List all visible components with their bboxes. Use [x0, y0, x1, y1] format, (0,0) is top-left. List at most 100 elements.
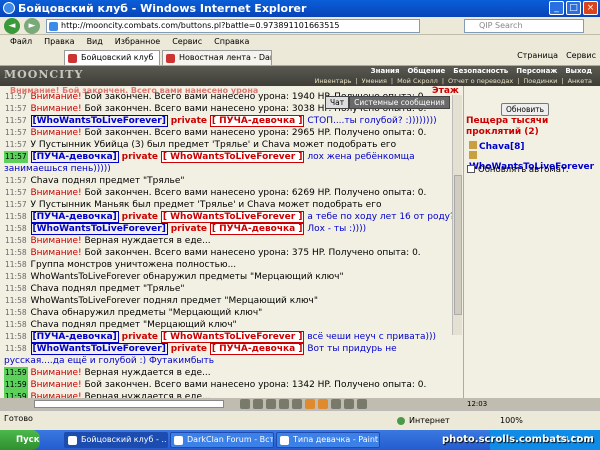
- chat-line: 11:57 У Пустынник Убийца (3) был предмет…: [4, 139, 449, 151]
- chat-line: 11:58 [WhoWantsToLiveForever] private [ …: [4, 343, 449, 367]
- chat-timestamp[interactable]: 11:58: [4, 235, 28, 247]
- system-message: Внимание! Бой закончен. Всего вами нанес…: [30, 188, 427, 198]
- chat-sender[interactable]: [WhoWantsToLiveForever]: [30, 223, 168, 235]
- chat-line: 11:58 Группа монстров уничтожена полност…: [4, 259, 449, 271]
- chat-input[interactable]: [34, 400, 224, 408]
- menu-edit[interactable]: Правка: [44, 35, 74, 48]
- close-button[interactable]: ×: [583, 1, 598, 15]
- maximize-button[interactable]: □: [566, 1, 581, 15]
- chat-line: 11:57 Chava поднял предмет "Трялье": [4, 175, 449, 187]
- chat-timestamp[interactable]: 11:59: [4, 391, 28, 398]
- lock-icon[interactable]: [344, 399, 354, 409]
- chat-timestamp[interactable]: 11:57: [4, 103, 28, 115]
- back-button[interactable]: ◄: [4, 18, 20, 34]
- chat-timestamp[interactable]: 11:58: [4, 331, 28, 343]
- url-input[interactable]: http://mooncity.combats.com/buttons.pl?b…: [46, 19, 420, 33]
- faded-top-line: Внимание! Бой закончен. Всего вами нанес…: [10, 86, 259, 95]
- task-forum[interactable]: DarkClan Forum - Вст...: [170, 432, 274, 448]
- tab-chat[interactable]: Чат: [325, 96, 350, 109]
- menu-view[interactable]: Вид: [87, 35, 103, 48]
- chat-input-bar: [0, 398, 463, 410]
- chat-timestamp[interactable]: 11:58: [4, 307, 28, 319]
- page-menu[interactable]: Страница: [517, 51, 558, 60]
- chat-timestamp[interactable]: 11:57: [4, 115, 28, 127]
- smiley-icon[interactable]: [240, 399, 250, 409]
- chat-sender[interactable]: [WhoWantsToLiveForever]: [30, 343, 168, 355]
- chat-recipient[interactable]: [ WhoWantsToLiveForever ]: [160, 211, 305, 223]
- service-menu[interactable]: Сервис: [566, 51, 596, 60]
- chat-sender[interactable]: [ПУЧА-девочка]: [30, 331, 119, 343]
- chat-timestamp[interactable]: 11:57: [4, 139, 28, 151]
- tab-news[interactable]: Новостная лента - Dark...: [162, 50, 272, 65]
- chat-timestamp[interactable]: 11:58: [4, 295, 28, 307]
- chat-timestamp[interactable]: 11:58: [4, 343, 28, 355]
- sound-icon[interactable]: [279, 399, 289, 409]
- chat-timestamp[interactable]: 11:59: [4, 379, 28, 391]
- chat-timestamp[interactable]: 11:58: [4, 319, 28, 331]
- chat-message: У Пустынник Маньяк был предмет 'Трялье' …: [30, 200, 382, 210]
- map-icon[interactable]: [331, 399, 341, 409]
- chat-timestamp[interactable]: 11:57: [4, 199, 28, 211]
- filter-icon[interactable]: [266, 399, 276, 409]
- clan-icon[interactable]: [318, 399, 328, 409]
- chat-scrollbar[interactable]: [452, 95, 462, 335]
- start-button[interactable]: Пуск: [0, 430, 40, 450]
- chat-recipient[interactable]: [ WhoWantsToLiveForever ]: [160, 331, 305, 343]
- nav-knowledge[interactable]: Знания: [371, 67, 400, 75]
- chat-line: 11:58 Chava поднял предмет "Трялье": [4, 283, 449, 295]
- nav-inventory[interactable]: Инвентарь: [315, 77, 352, 85]
- chat-timestamp[interactable]: 11:57: [4, 151, 28, 163]
- chat-timestamp[interactable]: 11:57: [4, 175, 28, 187]
- scrollbar-thumb[interactable]: [454, 175, 462, 315]
- settings-icon[interactable]: [292, 399, 302, 409]
- tab-system-messages[interactable]: Системные сообщения: [349, 96, 450, 109]
- checkbox-icon[interactable]: [467, 165, 475, 173]
- nav-skills[interactable]: Умения: [362, 77, 387, 85]
- chat-sender[interactable]: [ПУЧА-девочка]: [30, 151, 119, 163]
- chat-sender[interactable]: [ПУЧА-девочка]: [30, 211, 119, 223]
- chat-timestamp[interactable]: 11:59: [4, 367, 28, 379]
- task-combats[interactable]: Бойцовский клуб - ...: [64, 432, 168, 448]
- help-icon[interactable]: [357, 399, 367, 409]
- nav-social[interactable]: Общение: [407, 67, 445, 75]
- chat-tools: [240, 399, 367, 409]
- menu-file[interactable]: Файл: [10, 35, 32, 48]
- nav-profile[interactable]: Анкета: [568, 77, 592, 85]
- chat-recipient[interactable]: [ ПУЧА-девочка ]: [209, 223, 305, 235]
- chat-message: WhoWantsToLiveForever обнаружил предметы…: [30, 272, 344, 282]
- chat-timestamp[interactable]: 11:58: [4, 223, 28, 235]
- chat-timestamp[interactable]: 11:58: [4, 259, 28, 271]
- menu-help[interactable]: Справка: [214, 35, 249, 48]
- nav-character[interactable]: Персонаж: [516, 67, 557, 75]
- clear-icon[interactable]: [253, 399, 263, 409]
- chat-timestamp[interactable]: 11:58: [4, 211, 28, 223]
- task-paint[interactable]: Типа девачка - Paint: [276, 432, 380, 448]
- nav-security[interactable]: Безопасность: [453, 67, 508, 75]
- exit-icon[interactable]: [305, 399, 315, 409]
- zoom-level[interactable]: 100%: [500, 413, 523, 429]
- forward-button[interactable]: ►: [24, 18, 40, 34]
- search-input[interactable]: QIP Search: [464, 19, 584, 33]
- chat-timestamp[interactable]: 11:57: [4, 127, 28, 139]
- menu-tools[interactable]: Сервис: [172, 35, 202, 48]
- minimize-button[interactable]: _: [549, 1, 564, 15]
- chat-line: 11:57 Внимание! Бой закончен. Всего вами…: [4, 127, 449, 139]
- tab-combats[interactable]: Бойцовский клуб: [64, 50, 160, 65]
- refresh-button[interactable]: Обновить: [501, 103, 549, 116]
- chat-timestamp[interactable]: 11:58: [4, 247, 28, 259]
- menu-favorites[interactable]: Избранное: [115, 35, 160, 48]
- toolbar-right: Страница Сервис: [517, 51, 596, 60]
- nav-transfers[interactable]: Отчет о переводах: [448, 77, 513, 85]
- chat-recipient[interactable]: [ WhoWantsToLiveForever ]: [160, 151, 305, 163]
- chat-recipient[interactable]: [ ПУЧА-девочка ]: [209, 343, 305, 355]
- chat-sender[interactable]: [WhoWantsToLiveForever]: [30, 115, 168, 127]
- nav-scroll[interactable]: Мой Скролл: [397, 77, 438, 85]
- nav-exit[interactable]: Выход: [565, 67, 592, 75]
- chat-timestamp[interactable]: 11:58: [4, 271, 28, 283]
- nav-battles[interactable]: Поединки: [523, 77, 557, 85]
- chat-timestamp[interactable]: 11:57: [4, 187, 28, 199]
- page-icon: [49, 22, 58, 31]
- chat-recipient[interactable]: [ ПУЧА-девочка ]: [209, 115, 305, 127]
- auto-refresh-toggle[interactable]: Обновлять автомат.: [467, 164, 569, 175]
- chat-timestamp[interactable]: 11:58: [4, 283, 28, 295]
